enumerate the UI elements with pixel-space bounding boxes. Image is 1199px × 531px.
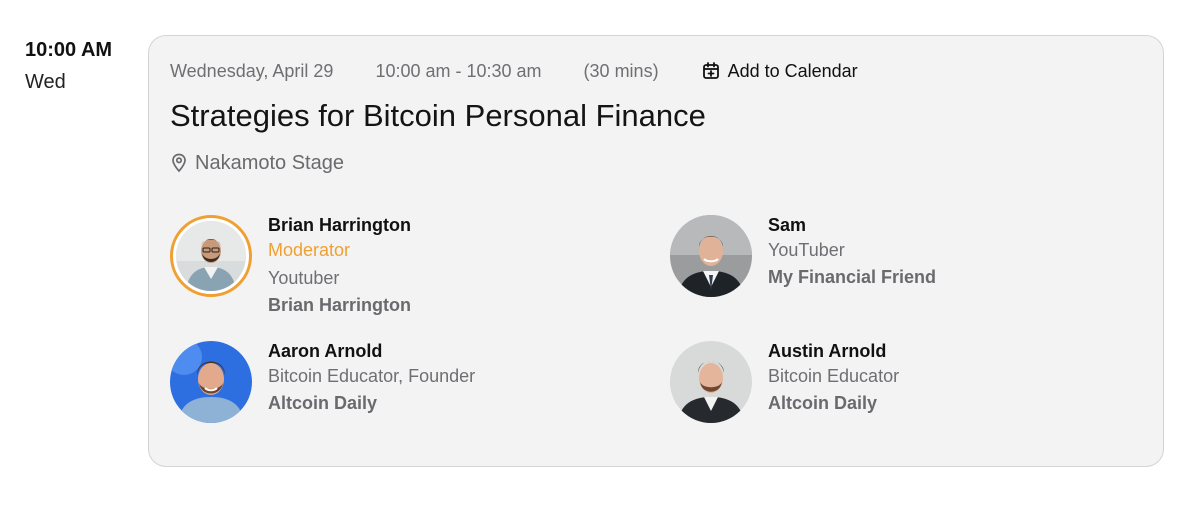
session-location: Nakamoto Stage <box>171 150 344 176</box>
speaker-org: Altcoin Daily <box>768 393 878 413</box>
moderator-badge: Moderator <box>268 240 351 260</box>
speaker-role: Bitcoin Educator <box>768 366 900 386</box>
speaker-role: Youtuber <box>268 268 340 288</box>
avatar <box>670 341 752 423</box>
session-date: Wednesday, April 29 <box>170 60 334 81</box>
speaker-org: Altcoin Daily <box>268 393 378 413</box>
speaker-org: My Financial Friend <box>768 267 937 287</box>
calendar-plus-icon <box>702 62 719 79</box>
speaker-role: Bitcoin Educator, Founder <box>268 366 476 386</box>
speaker-card[interactable]: Austin Arnold Bitcoin Educator Altcoin D… <box>670 341 899 423</box>
speaker-card[interactable]: Aaron Arnold Bitcoin Educator, Founder A… <box>170 341 475 423</box>
speaker-card[interactable]: Brian Harrington Moderator Youtuber Bria… <box>170 215 411 319</box>
slot-time: 10:00 AM <box>25 39 113 61</box>
slot-day: Wed <box>25 71 66 93</box>
location-label: Nakamoto Stage <box>195 151 344 174</box>
speaker-name: Brian Harrington <box>268 215 412 235</box>
speaker-name: Austin Arnold <box>768 341 887 361</box>
speaker-card[interactable]: Sam YouTuber My Financial Friend <box>670 215 936 297</box>
avatar <box>670 215 752 297</box>
speaker-name: Aaron Arnold <box>268 341 383 361</box>
speaker-org: Brian Harrington <box>268 295 412 315</box>
add-to-calendar-label: Add to Calendar <box>727 60 858 81</box>
speaker-role: YouTuber <box>768 240 845 260</box>
session-meta: Wednesday, April 29 10:00 am - 10:30 am … <box>170 58 858 84</box>
avatar <box>170 341 252 423</box>
session-title: Strategies for Bitcoin Personal Finance <box>170 98 706 133</box>
session-time-range: 10:00 am - 10:30 am <box>375 60 542 81</box>
session-card[interactable]: Wednesday, April 29 10:00 am - 10:30 am … <box>148 35 1164 467</box>
avatar <box>170 215 252 297</box>
time-slot: 10:00 AM Wed <box>25 36 135 96</box>
session-duration: (30 mins) <box>583 60 659 81</box>
map-pin-icon <box>172 153 186 173</box>
add-to-calendar-button[interactable]: Add to Calendar <box>702 61 858 82</box>
speaker-name: Sam <box>768 215 807 235</box>
